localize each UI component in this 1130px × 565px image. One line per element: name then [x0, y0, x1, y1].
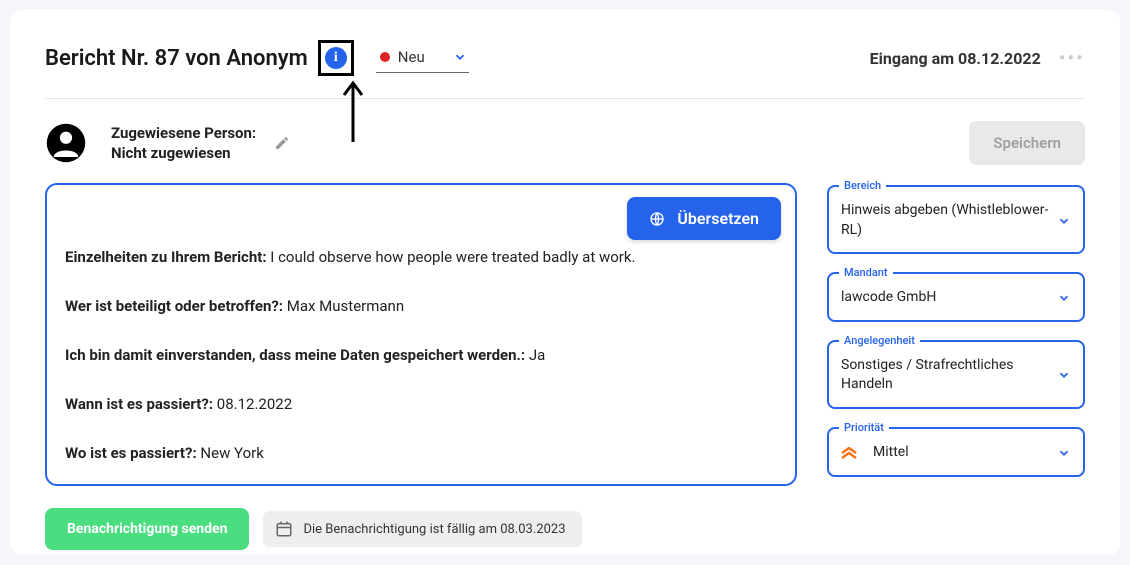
- chevron-down-icon: [1057, 446, 1071, 460]
- annotation-arrow-icon: [338, 80, 368, 150]
- save-button[interactable]: Speichern: [969, 121, 1085, 165]
- footer-row: Benachrichtigung senden Die Benachrichti…: [45, 508, 1085, 550]
- send-notification-button[interactable]: Benachrichtigung senden: [45, 508, 249, 550]
- page-title: Bericht Nr. 87 von Anonym: [45, 46, 308, 71]
- detail-field-1: Einzelheiten zu Ihrem Bericht: I could o…: [65, 247, 777, 268]
- side-panel: Bereich Hinweis abgeben (Whistleblower-R…: [827, 185, 1085, 477]
- prioritaet-dropdown[interactable]: Priorität Mittel: [827, 427, 1085, 477]
- info-icon-highlight: i: [318, 40, 354, 76]
- detail-field-2: Wer ist beteiligt oder betroffen?: Max M…: [65, 296, 777, 317]
- more-options-icon[interactable]: •••: [1059, 46, 1085, 70]
- globe-icon: [649, 211, 665, 227]
- detail-field-4: Wann ist es passiert?: 08.12.2022: [65, 394, 777, 415]
- assignee-row: Zugewiesene Person: Nicht zugewiesen Spe…: [45, 99, 1085, 183]
- assignee-labels: Zugewiesene Person: Nicht zugewiesen: [111, 123, 256, 164]
- received-date: Eingang am 08.12.2022: [870, 49, 1041, 68]
- due-date-pill: Die Benachrichtigung ist fällig am 08.03…: [263, 511, 581, 547]
- calendar-icon: [275, 520, 293, 538]
- chevron-down-icon: [1057, 214, 1071, 228]
- status-label: Neu: [398, 48, 445, 66]
- header-left: Bericht Nr. 87 von Anonym i Neu: [45, 40, 469, 76]
- assignee-info: Zugewiesene Person: Nicht zugewiesen: [45, 122, 290, 164]
- report-card: Bericht Nr. 87 von Anonym i Neu Eingang …: [10, 10, 1120, 555]
- status-dot-icon: [380, 52, 390, 62]
- info-icon[interactable]: i: [325, 47, 347, 69]
- bereich-dropdown[interactable]: Bereich Hinweis abgeben (Whistleblower-R…: [827, 185, 1085, 254]
- status-dropdown[interactable]: Neu: [376, 44, 469, 73]
- main-columns: Übersetzen Einzelheiten zu Ihrem Bericht…: [45, 183, 1085, 486]
- chevron-down-icon: [1057, 368, 1071, 382]
- detail-field-3: Ich bin damit einverstanden, dass meine …: [65, 345, 777, 366]
- due-date-text: Die Benachrichtigung ist fällig am 08.03…: [303, 522, 565, 537]
- report-details-box: Übersetzen Einzelheiten zu Ihrem Bericht…: [45, 183, 797, 486]
- header-right: Eingang am 08.12.2022 •••: [870, 46, 1085, 70]
- priority-medium-icon: [841, 447, 857, 459]
- header: Bericht Nr. 87 von Anonym i Neu Eingang …: [45, 40, 1085, 99]
- chevron-down-icon: [453, 50, 467, 64]
- angelegenheit-dropdown[interactable]: Angelegenheit Sonstiges / Strafrechtlich…: [827, 340, 1085, 409]
- assignee-line2: Nicht zugewiesen: [111, 143, 256, 163]
- translate-label: Übersetzen: [677, 209, 759, 228]
- chevron-down-icon: [1057, 291, 1071, 305]
- detail-field-5: Wo ist es passiert?: New York: [65, 443, 777, 464]
- mandant-dropdown[interactable]: Mandant lawcode GmbH: [827, 272, 1085, 322]
- assignee-line1: Zugewiesene Person:: [111, 123, 256, 143]
- edit-assignee-icon[interactable]: [274, 135, 290, 151]
- translate-button[interactable]: Übersetzen: [627, 197, 781, 240]
- avatar-icon: [45, 122, 87, 164]
